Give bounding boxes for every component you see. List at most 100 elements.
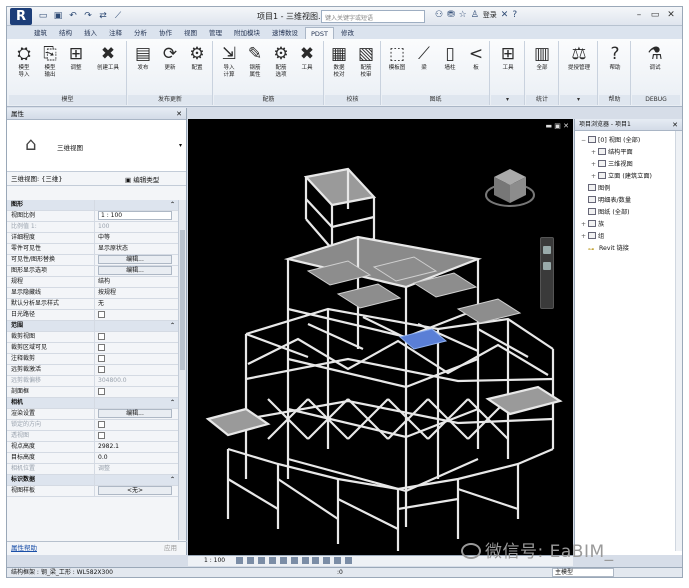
beam-button[interactable]: ⟋ 梁 [411, 43, 437, 72]
help-button[interactable]: ? 帮助 [602, 43, 628, 72]
property-value[interactable]: 调整 [98, 465, 110, 472]
user-icon[interactable]: ♙ [471, 10, 479, 20]
login-button[interactable]: 登录 [483, 10, 497, 20]
slab-button[interactable]: < 板 [463, 43, 489, 72]
edit-button[interactable]: 编辑... [98, 266, 172, 275]
browser-node[interactable]: 明细表/数量 [575, 195, 682, 207]
property-value[interactable]: 2982.1 [98, 443, 119, 450]
tab-analyze[interactable]: 分析 [129, 27, 152, 39]
browser-node[interactable]: + 三维视图 [575, 159, 682, 171]
checkbox[interactable] [98, 333, 105, 340]
view-selector[interactable]: 三维视图: {三维} [11, 175, 63, 183]
close-button[interactable]: ✕ [664, 9, 678, 22]
edit-type-button[interactable]: ▣ 编辑类型 [125, 173, 159, 187]
rebar-check-button[interactable]: ▧ 配筋 校审 [353, 43, 379, 79]
close-icon[interactable]: ✕ [176, 108, 182, 120]
model-import-button[interactable]: ⛭ 模型 导入 [11, 43, 37, 79]
property-input[interactable]: 1 : 100 [98, 211, 172, 220]
tab-manage[interactable]: 管理 [204, 27, 227, 39]
import-calc-button[interactable]: ⇲ 导入 计算 [216, 43, 242, 79]
properties-help-link[interactable]: 属性帮助 [11, 544, 37, 552]
undo-icon[interactable]: ↶ [67, 11, 79, 22]
app-menu-button[interactable]: R [10, 8, 32, 25]
collapse-icon[interactable]: ⌃ [95, 398, 179, 408]
measure-icon[interactable]: ⇄ [97, 11, 109, 22]
workset-selector[interactable]: 主模型 [552, 568, 614, 577]
adjust-button[interactable]: ⊞ 调整 [63, 43, 89, 72]
viewcube-icon[interactable] [484, 161, 536, 213]
3d-viewport[interactable]: ▬ ▣ ✕ [188, 119, 573, 555]
type-selector[interactable]: ⌂ 三维视图 ▾ [7, 120, 186, 172]
expand-icon[interactable]: + [581, 219, 588, 231]
detail-level-icon[interactable] [236, 557, 244, 564]
checkbox[interactable] [98, 355, 105, 362]
crop-icon[interactable] [290, 557, 298, 564]
navigation-bar[interactable] [540, 237, 554, 309]
property-value[interactable]: 304800.0 [98, 377, 127, 384]
binoculars-icon[interactable]: ⚇ [435, 10, 443, 20]
browser-node[interactable]: ⊶ Revit 链接 [575, 243, 682, 255]
exchange-icon[interactable]: ✕ [501, 10, 509, 20]
all-stats-button[interactable]: ▥ 全部 [529, 43, 555, 72]
configure-button[interactable]: ⚙ 配置 [184, 43, 210, 72]
tool-button[interactable]: ⊞ 工具 [495, 43, 521, 72]
analytical-model-icon[interactable] [345, 557, 353, 564]
update-button[interactable]: ⟳ 更新 [157, 43, 183, 72]
tab-collaborate[interactable]: 协作 [154, 27, 177, 39]
shadows-icon[interactable] [268, 557, 276, 564]
sun-path-icon[interactable] [257, 557, 265, 564]
favorites-star-icon[interactable]: ☆ [459, 10, 467, 20]
subscription-icon[interactable]: ⛃ [447, 10, 455, 20]
expand-icon[interactable]: + [581, 231, 588, 243]
tools-button[interactable]: ✖ 工具 [294, 43, 320, 72]
property-value[interactable]: 按规程 [98, 289, 116, 296]
property-section[interactable]: 相机 ⌃ [7, 398, 179, 409]
checkbox[interactable] [98, 388, 105, 395]
collapse-icon[interactable]: ⌃ [95, 200, 179, 210]
edit-button[interactable]: 编辑... [98, 255, 172, 264]
show-crop-icon[interactable] [301, 557, 309, 564]
tab-modify[interactable]: 修改 [336, 27, 359, 39]
model-export-button[interactable]: ⎘ 模型 输出 [37, 43, 63, 79]
browser-node[interactable]: + 结构平面 [575, 147, 682, 159]
debug-button[interactable]: ⚗ 调试 [642, 43, 668, 72]
browser-scrollbar[interactable] [675, 131, 682, 551]
property-value[interactable]: 0.0 [98, 454, 108, 461]
template-button[interactable]: ⬚ 模板图 [384, 43, 410, 72]
load-config-button[interactable]: ⚖ 提授管理 [562, 43, 596, 72]
browser-node[interactable]: − [0] 视图 (全部) [575, 135, 682, 147]
expand-icon[interactable]: + [591, 147, 598, 159]
property-value[interactable]: 结构 [98, 278, 110, 285]
property-value[interactable]: 显示原状态 [98, 245, 128, 252]
tab-view[interactable]: 视图 [179, 27, 202, 39]
browser-node[interactable]: + 立面 (建筑立面) [575, 171, 682, 183]
redo-icon[interactable]: ↷ [82, 11, 94, 22]
tab-subo[interactable]: 速博数设 [267, 27, 303, 39]
property-section[interactable]: 范围 ⌃ [7, 321, 179, 332]
visual-style-icon[interactable] [246, 557, 254, 564]
checkbox[interactable] [98, 366, 105, 373]
browser-node[interactable]: 图纸 (全部) [575, 207, 682, 219]
render-icon[interactable] [279, 557, 287, 564]
property-value[interactable]: 无 [98, 300, 104, 307]
tab-insert[interactable]: 插入 [79, 27, 102, 39]
edit-button[interactable]: <无> [98, 486, 172, 495]
collapse-icon[interactable]: ⌃ [95, 475, 179, 485]
apply-button[interactable]: 应用 [164, 542, 177, 555]
rebar-option-button[interactable]: ⚙ 配筋 选项 [268, 43, 294, 79]
temp-hide-icon[interactable] [323, 557, 331, 564]
open-icon[interactable]: ▭ [37, 11, 49, 22]
close-icon[interactable]: ✕ [672, 119, 678, 131]
steering-wheel-icon[interactable] [543, 246, 551, 254]
create-tool-button[interactable]: ✖ 创建工具 [93, 43, 123, 72]
checkbox[interactable] [98, 311, 105, 318]
lock-view-icon[interactable] [312, 557, 320, 564]
properties-scrollbar[interactable] [178, 200, 186, 540]
expand-icon[interactable]: + [591, 159, 598, 171]
tab-annotate[interactable]: 注释 [104, 27, 127, 39]
property-value[interactable]: 100 [98, 223, 109, 230]
view-scale[interactable]: 1 : 100 [204, 557, 225, 564]
minimize-button[interactable]: – [632, 9, 646, 22]
checkbox[interactable] [98, 344, 105, 351]
save-icon[interactable]: ▣ [52, 11, 64, 22]
